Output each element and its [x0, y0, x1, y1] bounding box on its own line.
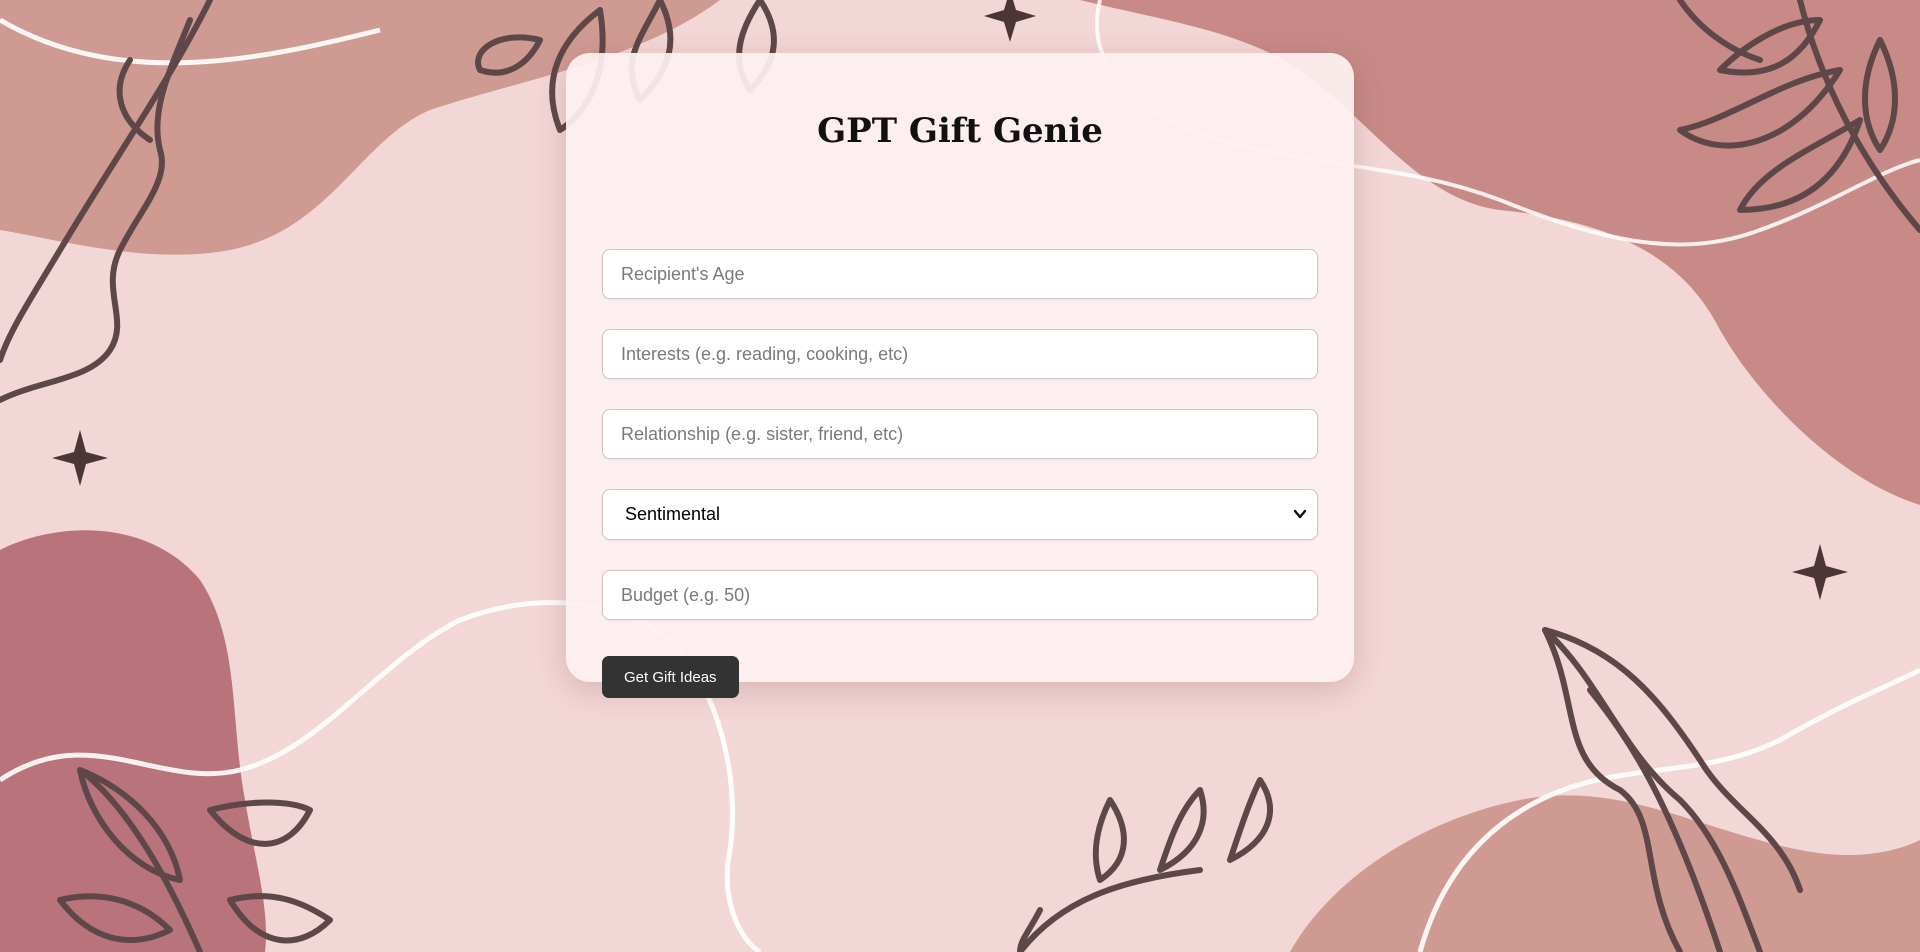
- chevron-down-icon: [1293, 509, 1307, 519]
- get-gift-ideas-button[interactable]: Get Gift Ideas: [602, 656, 739, 698]
- relationship-input[interactable]: [602, 409, 1318, 459]
- gift-form-card: GPT Gift Genie Sentimental Get Gift Idea…: [566, 53, 1354, 698]
- page-title: GPT Gift Genie: [817, 111, 1103, 151]
- interests-input[interactable]: [602, 329, 1318, 379]
- gift-type-select[interactable]: Sentimental: [602, 489, 1318, 540]
- budget-input[interactable]: [602, 570, 1318, 620]
- gift-type-selected-value: Sentimental: [625, 504, 721, 524]
- recipient-age-input[interactable]: [602, 249, 1318, 299]
